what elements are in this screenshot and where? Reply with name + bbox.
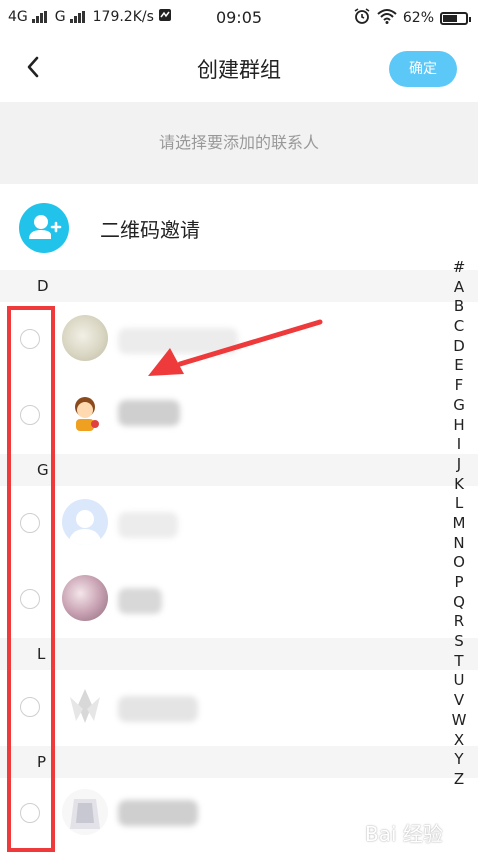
index-letter[interactable]: R [446,612,472,632]
contact-row[interactable] [0,670,440,746]
index-letter[interactable]: E [446,356,472,376]
alphabet-index-bar[interactable]: # A B C D E F G H I J K L M N O P Q R S T U V W X Y Z [446,258,472,790]
index-letter[interactable]: M [446,514,472,534]
index-letter[interactable]: U [446,671,472,691]
index-letter[interactable]: A [446,278,472,298]
index-letter[interactable]: C [446,317,472,337]
highlight-box [7,306,55,852]
title-bar: 创建群组 确定 [0,34,478,102]
index-letter[interactable]: J [446,455,472,475]
index-letter[interactable]: Z [446,770,472,790]
index-letter[interactable]: Q [446,593,472,613]
blurred-name [118,800,198,826]
contact-row[interactable] [0,378,440,454]
avatar [62,499,108,545]
alarm-icon [353,7,371,29]
section-header-g: G [0,454,478,486]
index-letter[interactable]: # [446,258,472,278]
index-letter[interactable]: Y [446,750,472,770]
index-letter[interactable]: O [446,553,472,573]
blurred-name [118,400,180,426]
avatar [62,683,108,729]
index-letter[interactable]: V [446,691,472,711]
avatar [62,315,108,361]
battery-percent: 62% [402,10,434,26]
section-header-p: P [0,746,478,778]
index-letter[interactable]: H [446,416,472,436]
index-letter[interactable]: B [446,297,472,317]
select-contacts-hint: 请选择要添加的联系人 [0,102,478,184]
index-letter[interactable]: P [446,573,472,593]
confirm-button[interactable]: 确定 [389,51,457,87]
add-user-icon [19,203,69,253]
battery-icon [440,11,471,25]
index-letter[interactable]: T [446,652,472,672]
index-letter[interactable]: L [446,494,472,514]
index-letter[interactable]: F [446,376,472,396]
avatar [62,789,108,835]
watermark: Bai 经验 [365,822,443,846]
qr-invite-label: 二维码邀请 [100,218,200,242]
status-bar: 4G G 179.2K/s 09:05 62% [0,0,478,34]
contact-row[interactable] [0,562,440,638]
blurred-name [118,588,162,614]
section-header-l: L [0,638,478,670]
blurred-name [118,696,198,722]
section-header-d: D [0,270,478,302]
battery-fill [443,14,457,22]
index-letter[interactable]: S [446,632,472,652]
avatar [62,575,108,621]
index-letter[interactable]: I [446,435,472,455]
index-letter[interactable]: N [446,534,472,554]
wifi-icon [377,8,397,28]
status-right: 62% [353,7,471,29]
index-letter[interactable]: G [446,396,472,416]
blurred-name [118,512,178,538]
avatar [62,391,108,437]
index-letter[interactable]: W [446,711,472,731]
index-letter[interactable]: K [446,475,472,495]
index-letter[interactable]: D [446,337,472,357]
contact-row[interactable] [0,486,440,562]
index-letter[interactable]: X [446,731,472,751]
qr-invite-item[interactable]: 二维码邀请 [0,184,478,270]
arrow-annotation-icon [148,319,323,376]
